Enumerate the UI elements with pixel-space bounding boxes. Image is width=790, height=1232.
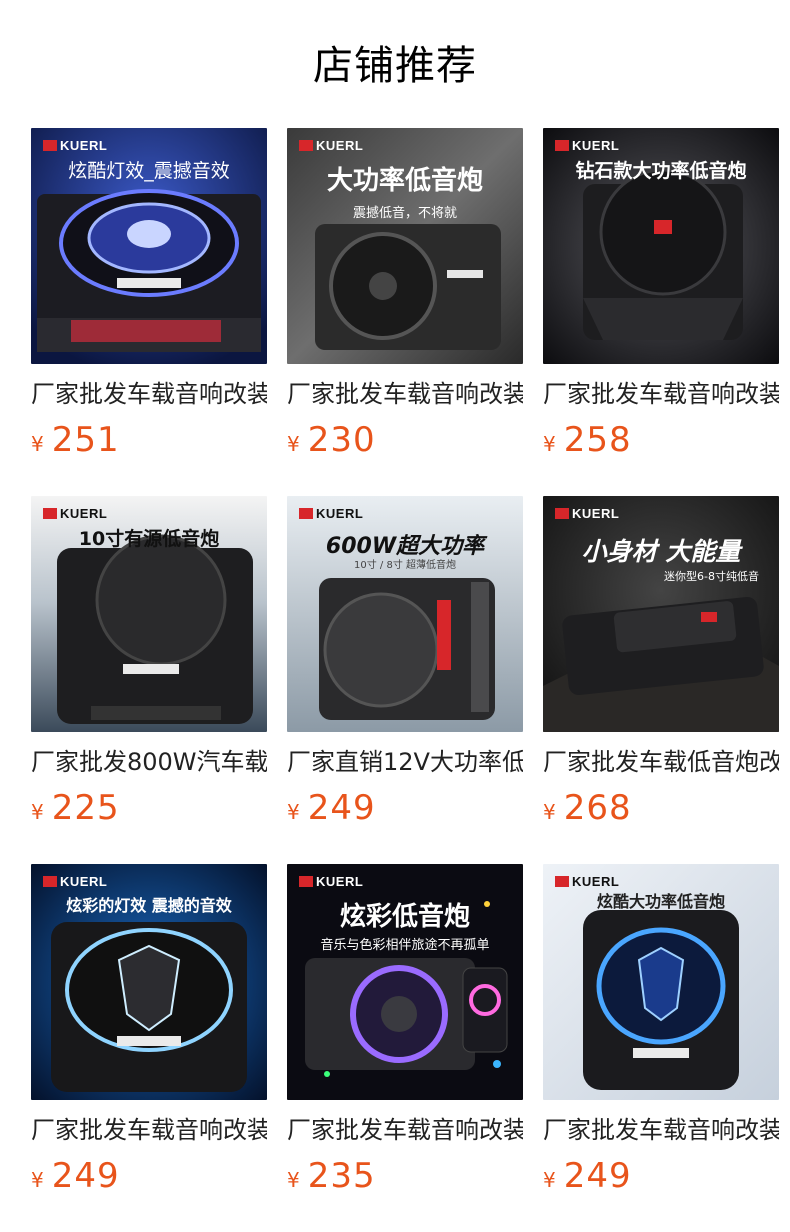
currency-symbol: ¥ bbox=[31, 432, 44, 456]
product-price: ¥249 bbox=[31, 1156, 267, 1196]
image-subline: 迷你型6-8寸纯低音 bbox=[664, 570, 759, 583]
product-image[interactable]: KUERL 炫酷大功率低音炮 bbox=[543, 864, 779, 1100]
product-card[interactable]: KUERL 炫彩低音炮 音乐与色彩相伴旅途不再孤单 厂家批发车载音响改装超薄低音… bbox=[287, 864, 523, 1196]
product-name[interactable]: 厂家批发800W汽车载低音炮 bbox=[31, 746, 267, 778]
price-value: 225 bbox=[51, 788, 120, 828]
product-image[interactable]: KUERL 炫彩的灯效 震撼的音效 bbox=[31, 864, 267, 1100]
price-value: 249 bbox=[563, 1156, 632, 1196]
image-headline: 大功率低音炮 bbox=[326, 166, 483, 196]
currency-symbol: ¥ bbox=[31, 800, 44, 824]
product-price: ¥249 bbox=[543, 1156, 779, 1196]
product-card[interactable]: KUERL 大功率低音炮 震撼低音，不将就 厂家批发车载音响改装超薄低音炮 ¥2… bbox=[287, 128, 523, 460]
product-card[interactable]: KUERL 600W超大功率 10寸 / 8寸 超薄低音炮 厂家直销12V大功率… bbox=[287, 496, 523, 828]
price-value: 230 bbox=[307, 420, 376, 460]
image-subline: 音乐与色彩相伴旅途不再孤单 bbox=[320, 938, 490, 953]
image-headline: 小身材 大能量 bbox=[581, 537, 741, 566]
price-value: 251 bbox=[51, 420, 120, 460]
currency-symbol: ¥ bbox=[31, 1168, 44, 1192]
brand-logo: KUERL bbox=[555, 874, 619, 889]
brand-logo: KUERL bbox=[43, 138, 107, 153]
product-name[interactable]: 厂家直销12V大功率低音炮 bbox=[287, 746, 523, 778]
product-price: ¥235 bbox=[287, 1156, 523, 1196]
image-headline: 炫彩的灯效 震撼的音效 bbox=[66, 896, 232, 915]
product-card[interactable]: KUERL 炫酷灯效_震撼音效 厂家批发车载音响改装超薄低音炮 ¥251 bbox=[31, 128, 267, 460]
product-grid: KUERL 炫酷灯效_震撼音效 厂家批发车载音响改装超薄低音炮 ¥251 bbox=[0, 0, 790, 1232]
product-image[interactable]: KUERL 炫彩低音炮 音乐与色彩相伴旅途不再孤单 bbox=[287, 864, 523, 1100]
image-headline: 炫酷大功率低音炮 bbox=[596, 892, 725, 911]
currency-symbol: ¥ bbox=[543, 800, 556, 824]
product-card[interactable]: KUERL 炫酷大功率低音炮 厂家批发车载音响改装超薄低音炮 ¥249 bbox=[543, 864, 779, 1196]
product-name[interactable]: 厂家批发车载音响改装超薄低音炮 bbox=[543, 378, 779, 410]
product-name[interactable]: 厂家批发车载音响改装超薄低音炮 bbox=[287, 378, 523, 410]
product-image[interactable]: KUERL 小身材 大能量 迷你型6-8寸纯低音 bbox=[543, 496, 779, 732]
price-value: 249 bbox=[307, 788, 376, 828]
product-price: ¥230 bbox=[287, 420, 523, 460]
product-price: ¥251 bbox=[31, 420, 267, 460]
image-headline: 炫彩低音炮 bbox=[339, 902, 470, 932]
product-card[interactable]: KUERL 小身材 大能量 迷你型6-8寸纯低音 厂家批发车载低音炮改装 ¥26… bbox=[543, 496, 779, 828]
image-headline: 10寸有源低音炮 bbox=[78, 528, 220, 550]
product-price: ¥268 bbox=[543, 788, 779, 828]
image-subline: 震撼低音，不将就 bbox=[352, 206, 457, 221]
product-image[interactable]: KUERL 大功率低音炮 震撼低音，不将就 bbox=[287, 128, 523, 364]
product-image[interactable]: KUERL 10寸有源低音炮 bbox=[31, 496, 267, 732]
product-image[interactable]: KUERL 600W超大功率 10寸 / 8寸 超薄低音炮 bbox=[287, 496, 523, 732]
price-value: 249 bbox=[51, 1156, 120, 1196]
currency-symbol: ¥ bbox=[287, 800, 300, 824]
product-card[interactable]: KUERL 炫彩的灯效 震撼的音效 厂家批发车载音响改装超薄低音炮 ¥249 bbox=[31, 864, 267, 1196]
brand-logo: KUERL bbox=[555, 138, 619, 153]
currency-symbol: ¥ bbox=[287, 1168, 300, 1192]
brand-logo: KUERL bbox=[299, 138, 363, 153]
brand-logo: KUERL bbox=[43, 874, 107, 889]
product-name[interactable]: 厂家批发车载音响改装超薄低音炮 bbox=[31, 1114, 267, 1146]
currency-symbol: ¥ bbox=[543, 1168, 556, 1192]
price-value: 268 bbox=[563, 788, 632, 828]
brand-logo: KUERL bbox=[555, 506, 619, 521]
product-name[interactable]: 厂家批发车载低音炮改装 bbox=[543, 746, 779, 778]
brand-logo: KUERL bbox=[43, 506, 107, 521]
product-image[interactable]: KUERL 钻石款大功率低音炮 bbox=[543, 128, 779, 364]
product-name[interactable]: 厂家批发车载音响改装超薄低音炮 bbox=[287, 1114, 523, 1146]
brand-logo: KUERL bbox=[299, 506, 363, 521]
product-price: ¥225 bbox=[31, 788, 267, 828]
product-price: ¥258 bbox=[543, 420, 779, 460]
image-headline: 钻石款大功率低音炮 bbox=[575, 160, 747, 182]
product-name[interactable]: 厂家批发车载音响改装超薄低音炮 bbox=[543, 1114, 779, 1146]
product-image[interactable]: KUERL 炫酷灯效_震撼音效 bbox=[31, 128, 267, 364]
price-value: 235 bbox=[307, 1156, 376, 1196]
product-card[interactable]: KUERL 钻石款大功率低音炮 厂家批发车载音响改装超薄低音炮 ¥258 bbox=[543, 128, 779, 460]
image-subline: 10寸 / 8寸 超薄低音炮 bbox=[354, 560, 456, 571]
product-price: ¥249 bbox=[287, 788, 523, 828]
brand-logo: KUERL bbox=[299, 874, 363, 889]
currency-symbol: ¥ bbox=[543, 432, 556, 456]
image-headline: 炫酷灯效_震撼音效 bbox=[68, 160, 230, 182]
product-card[interactable]: KUERL 10寸有源低音炮 厂家批发800W汽车载低音炮 ¥225 bbox=[31, 496, 267, 828]
product-name[interactable]: 厂家批发车载音响改装超薄低音炮 bbox=[31, 378, 267, 410]
currency-symbol: ¥ bbox=[287, 432, 300, 456]
price-value: 258 bbox=[563, 420, 632, 460]
